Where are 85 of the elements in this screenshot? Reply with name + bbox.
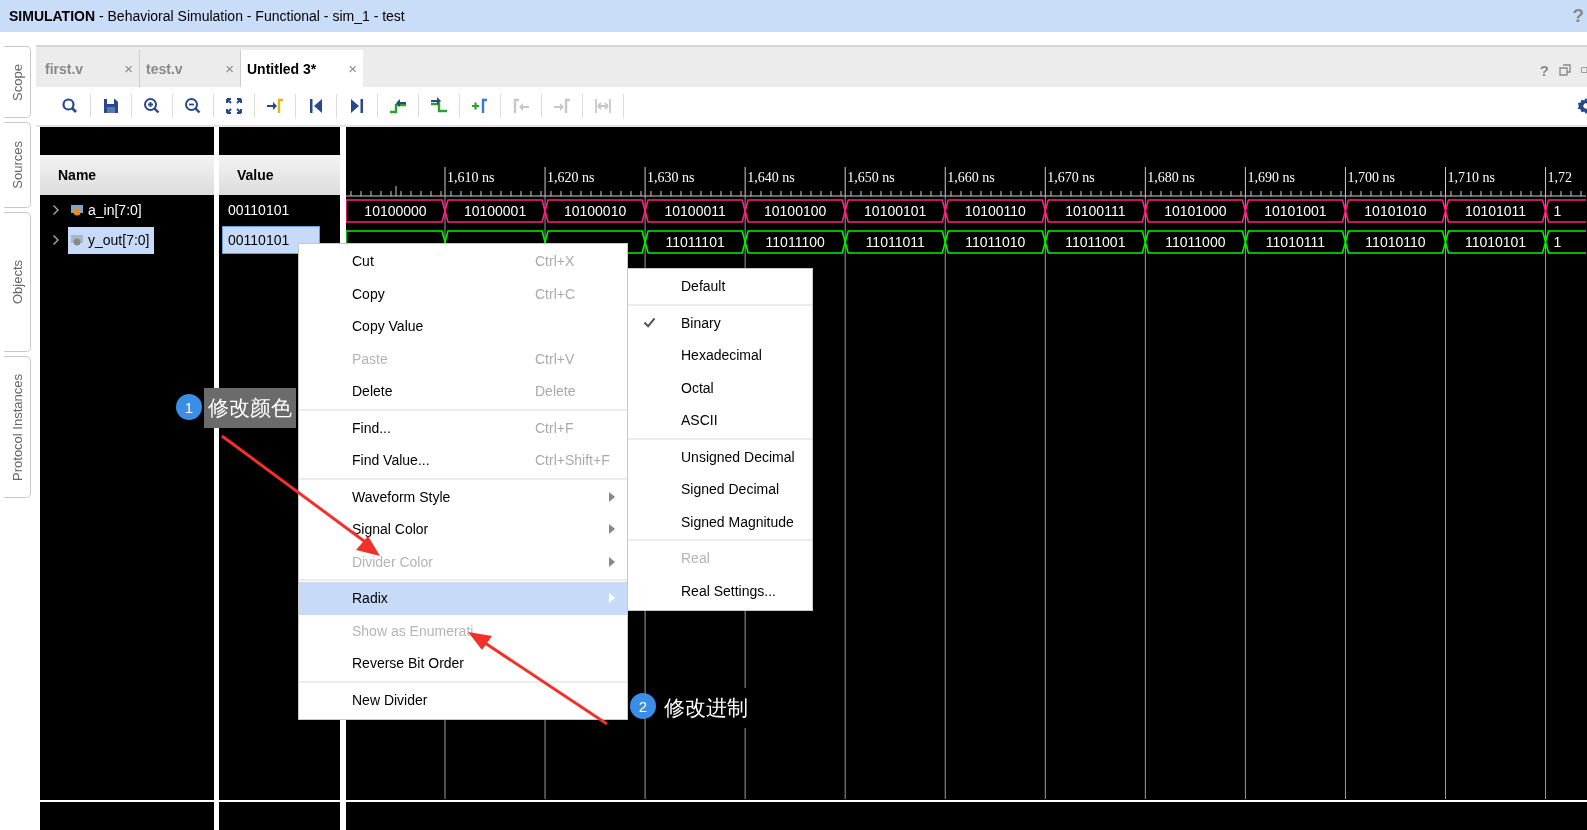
shortcut-label: Ctrl+C	[535, 285, 576, 302]
shortcut-label: Ctrl+Shift+F	[535, 452, 610, 469]
bus-value: 1	[1553, 203, 1562, 219]
editor-tab[interactable]: Untitled 3* ×	[241, 50, 363, 87]
bus-value: 11011011	[865, 234, 925, 250]
bus-value: 10100011	[664, 203, 726, 219]
shortcut-label: Delete	[535, 383, 576, 400]
bus-value: 10100100	[764, 203, 827, 219]
bus-value: 11010111	[1265, 234, 1325, 250]
annotation-label: 修改颜色	[204, 388, 296, 428]
expand-chevron-icon[interactable]	[52, 234, 60, 246]
expand-chevron-icon[interactable]	[52, 204, 60, 216]
bus-value: 1	[1553, 234, 1562, 250]
bus-value: 10101010	[1364, 203, 1427, 219]
side-tab[interactable]: Objects	[4, 212, 31, 352]
bus-value: 11011010	[965, 234, 1026, 250]
side-tab[interactable]: Scope	[4, 46, 31, 118]
menu-item[interactable]: Signal Color	[299, 513, 627, 546]
bus-value: 10101011	[1464, 203, 1527, 219]
time-label: 1,72	[1547, 170, 1573, 185]
time-label: 1,660 ns	[947, 170, 995, 185]
restore-icon[interactable]	[1559, 64, 1571, 76]
menu-item[interactable]: Signed Decimal	[628, 473, 812, 506]
menu-item[interactable]: Reverse Bit Order	[299, 647, 627, 680]
bus-value: 10100111	[1065, 203, 1126, 219]
time-label: 1,690 ns	[1247, 170, 1295, 185]
shortcut-label: Ctrl+F	[535, 419, 574, 436]
bus-value: 11011000	[1165, 234, 1226, 250]
menu-item[interactable]: Copy Value	[299, 310, 627, 343]
side-tab[interactable]: Protocol Instances	[4, 356, 31, 498]
plus-bracket-icon[interactable]	[470, 96, 490, 116]
menu-item[interactable]: Default	[628, 270, 812, 303]
menu-item[interactable]: Copy Ctrl+C	[299, 277, 627, 310]
time-label: 1,630 ns	[647, 170, 695, 185]
menu-item[interactable]: ASCII	[628, 404, 812, 437]
bus-value: 10101001	[1264, 203, 1327, 219]
bus-value: 10100000	[364, 203, 427, 219]
zoom-in-icon[interactable]	[142, 96, 162, 116]
time-label: 1,640 ns	[747, 170, 795, 185]
menu-item[interactable]: Unsigned Decimal	[628, 440, 812, 473]
menu-item[interactable]: Hexadecimal	[628, 339, 812, 372]
zoom-out-icon[interactable]	[183, 96, 203, 116]
time-label: 1,610 ns	[447, 170, 495, 185]
time-label: 1,710 ns	[1447, 170, 1495, 185]
expand-icon[interactable]	[224, 96, 244, 116]
bus-value: 11011001	[1065, 234, 1126, 250]
bus-value: 11011100	[765, 234, 825, 250]
bus-value: 10101000	[1164, 203, 1227, 219]
shortcut-label: Ctrl+V	[535, 350, 575, 367]
menu-item[interactable]: Binary	[628, 306, 812, 339]
window-title: SIMULATION - Behavioral Simulation - Functional - sim_1 - test	[9, 8, 406, 24]
close-button[interactable]: ×	[348, 60, 357, 77]
bus-value: 10100110	[964, 203, 1026, 219]
menu-item[interactable]: New Divider	[299, 683, 627, 716]
bus-value: 11010110	[1365, 234, 1426, 250]
menu-item[interactable]: Delete Delete	[299, 375, 627, 408]
time-label: 1,620 ns	[547, 170, 595, 185]
menu-item[interactable]: Find Value... Ctrl+Shift+F	[299, 444, 627, 477]
signal-name[interactable]: y_out[7:0]	[68, 226, 154, 254]
signal-name[interactable]: a_in[7:0]	[68, 196, 146, 224]
shortcut-label: Ctrl+X	[535, 253, 575, 270]
column-header[interactable]: Value	[219, 155, 340, 195]
bus-value: 10100101	[864, 203, 927, 219]
time-label: 1,700 ns	[1347, 170, 1395, 185]
signal-value: 00110101	[222, 226, 321, 254]
menu-item[interactable]: Signed Magnitude	[628, 505, 812, 538]
time-label: 1,650 ns	[847, 170, 895, 185]
menu-item[interactable]: Radix	[299, 582, 627, 615]
save-icon[interactable]	[101, 96, 121, 116]
side-tab[interactable]: Sources	[4, 122, 31, 208]
bus-value: 11010101	[1464, 234, 1527, 250]
bus-icon	[70, 204, 84, 216]
menu-item[interactable]: Octal	[628, 371, 812, 404]
menu-item[interactable]: Real Settings...	[628, 574, 812, 607]
bus-icon	[70, 234, 84, 246]
column-header[interactable]: Name	[40, 155, 214, 195]
signal-value: 00110101	[227, 201, 291, 220]
bus-value: 10100010	[563, 203, 627, 219]
menu-item[interactable]: Find... Ctrl+F	[299, 411, 627, 444]
menu-item[interactable]: Waveform Style	[299, 480, 627, 513]
time-label: 1,680 ns	[1147, 170, 1195, 185]
bus-value: 10100001	[463, 203, 527, 219]
arrow-bracket-icon[interactable]	[265, 96, 285, 116]
time-label: 1,670 ns	[1047, 170, 1095, 185]
bus-value: 11011101	[665, 234, 725, 250]
